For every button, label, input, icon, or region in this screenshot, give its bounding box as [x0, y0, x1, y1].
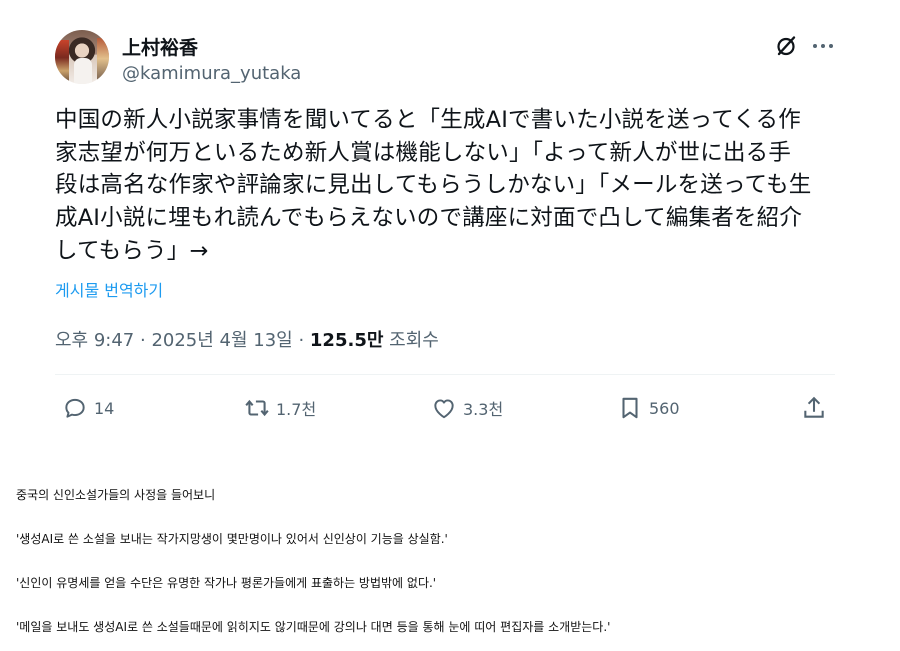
- share-icon: [804, 396, 824, 418]
- repost-count: 1.7천: [276, 400, 317, 419]
- share-button[interactable]: [801, 393, 833, 423]
- avatar-bookshelf-right: [97, 38, 109, 84]
- reply-icon: [65, 398, 85, 418]
- grok-icon[interactable]: [774, 34, 798, 58]
- caption-line: 중국의 신인소설가들의 사정을 들어보니: [16, 488, 216, 502]
- avatar-figure: [74, 58, 92, 84]
- display-name[interactable]: 上村裕香: [122, 33, 198, 60]
- more-icon[interactable]: [810, 34, 836, 58]
- post-time[interactable]: 오후 9:47: [55, 330, 134, 351]
- repost-icon: [245, 399, 269, 417]
- bookmark-icon: [622, 397, 638, 419]
- like-count: 3.3천: [463, 400, 504, 419]
- reply-count: 14: [94, 398, 115, 418]
- post-date[interactable]: 2025년 4월 13일: [151, 330, 292, 351]
- tweet-text-line: 段は高名な作家や評論家に見出してもらうしかない」「メールを送っても生: [55, 172, 812, 199]
- bookmark-count: 560: [649, 398, 680, 418]
- caption-line: '생성AI로 쓴 소설을 보내는 작가지망생이 몇만명이나 있어서 신인상이 기…: [16, 532, 448, 546]
- meta-separator: ·: [134, 330, 152, 351]
- user-handle[interactable]: @kamimura_yutaka: [122, 63, 301, 84]
- avatar-bookshelf-left: [55, 40, 69, 84]
- like-button[interactable]: 3.3천: [431, 393, 503, 423]
- tweet-text-line: 成AI小説に埋もれ読んでもらえないので講座に対面で凸して編集者を紹介: [55, 205, 803, 232]
- tweet-text-line: してもらう」→: [55, 237, 209, 264]
- translate-post-link[interactable]: 게시물 번역하기: [55, 277, 163, 301]
- tweet-text-line: 家志望が何万といるため新人賞は機能しない」「よって新人が世に出る手: [55, 139, 792, 166]
- heart-icon: [434, 399, 454, 419]
- tweet-text-line: 中国の新人小説家事情を聞いてると「生成AIで書いた小説を送ってくる作: [55, 107, 801, 133]
- divider: [55, 374, 835, 375]
- caption-line: '메일을 보내도 생성AI로 쓴 소설들때문에 읽히지도 않기때문에 강의나 대…: [16, 620, 611, 634]
- views-count: 125.5만: [309, 330, 384, 351]
- bookmark-button[interactable]: 560: [617, 393, 680, 423]
- reply-button[interactable]: 14: [62, 393, 114, 423]
- tweet-meta: 오후 9:47 · 2025년 4월 13일 · 125.5만 조회수: [55, 326, 439, 352]
- caption-line: '신인이 유명세를 얻을 수단은 유명한 작가나 평론가들에게 표출하는 방법밖…: [16, 576, 437, 590]
- avatar[interactable]: [55, 30, 109, 84]
- views-label: 조회수: [383, 330, 439, 351]
- repost-button[interactable]: 1.7천: [244, 393, 316, 423]
- meta-separator: ·: [292, 330, 310, 351]
- tweet-text: 中国の新人小説家事情を聞いてると「生成AIで書いた小説を送ってくる作 家志望が何…: [55, 104, 845, 268]
